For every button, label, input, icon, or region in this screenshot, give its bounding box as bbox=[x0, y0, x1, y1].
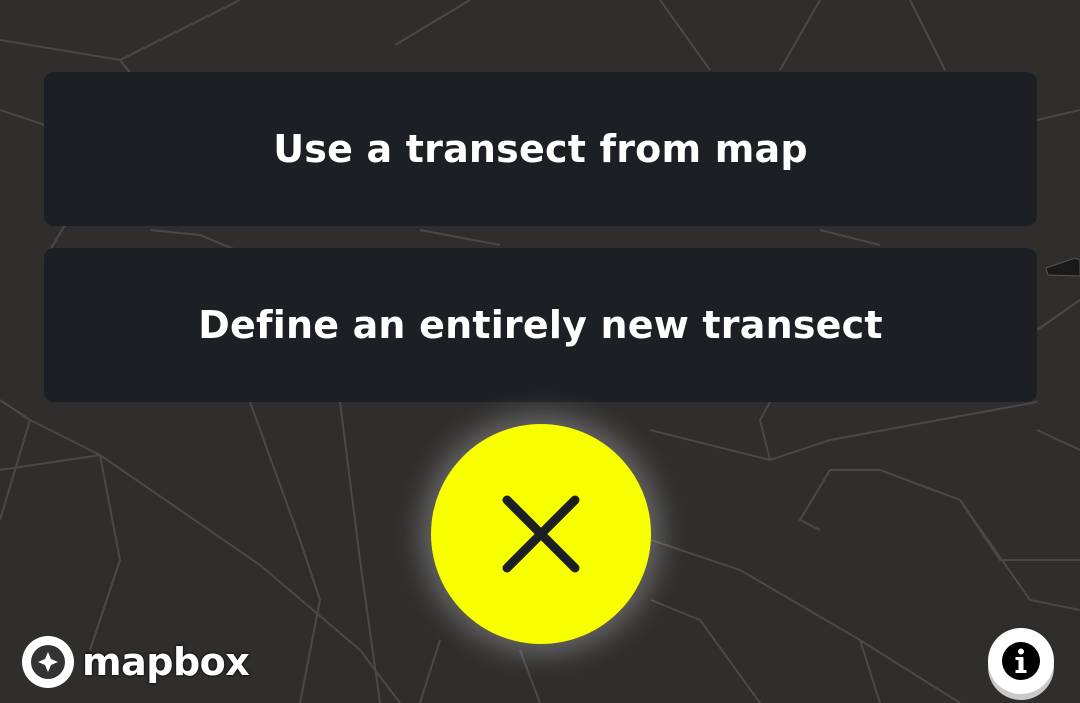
mapbox-logo-text: mapbox bbox=[82, 640, 250, 684]
mapbox-attribution[interactable]: mapbox bbox=[22, 636, 250, 688]
close-button[interactable] bbox=[431, 424, 651, 644]
info-button[interactable] bbox=[988, 628, 1054, 694]
define-new-transect-label: Define an entirely new transect bbox=[198, 303, 883, 347]
info-icon bbox=[1002, 642, 1040, 680]
define-new-transect-button[interactable]: Define an entirely new transect bbox=[44, 248, 1037, 402]
close-icon bbox=[502, 495, 580, 573]
use-transect-from-map-button[interactable]: Use a transect from map bbox=[44, 72, 1037, 226]
use-transect-from-map-label: Use a transect from map bbox=[273, 127, 808, 171]
mapbox-logo-icon bbox=[22, 636, 74, 688]
